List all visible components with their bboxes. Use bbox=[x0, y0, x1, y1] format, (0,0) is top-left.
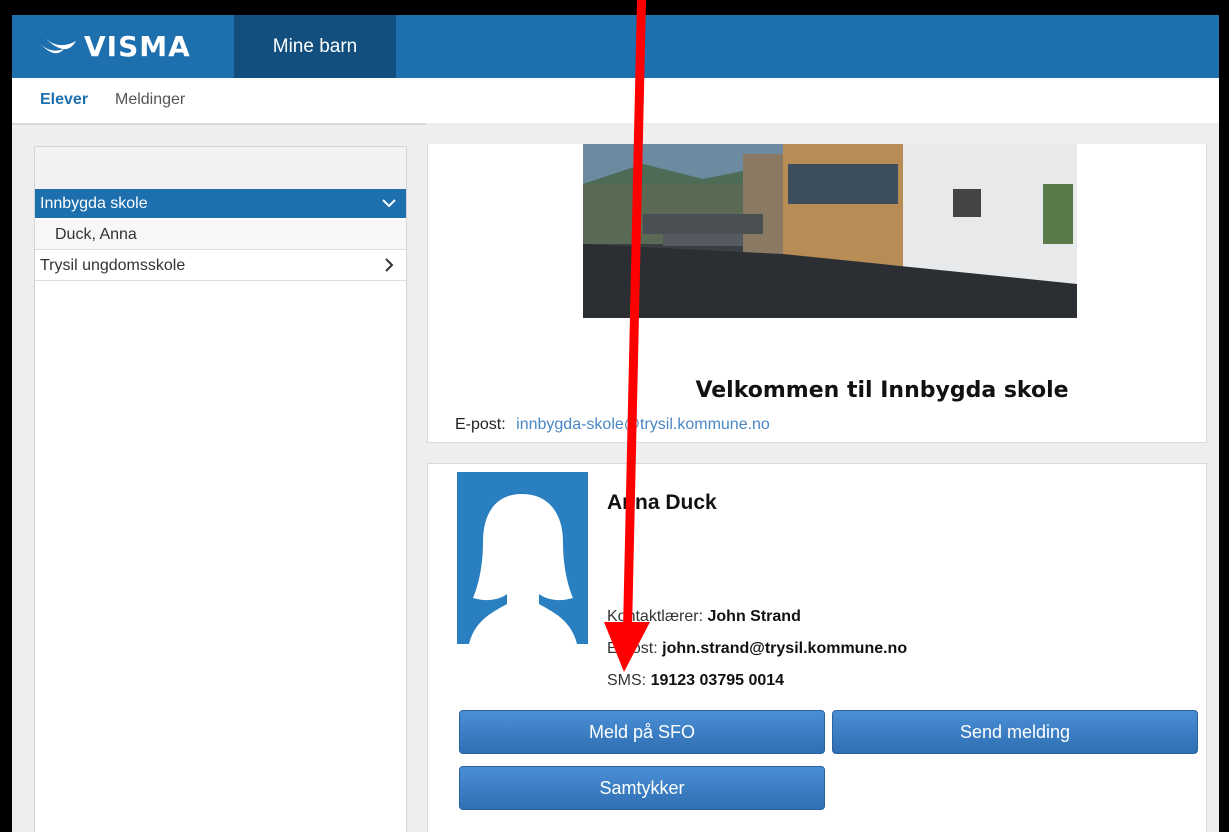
visma-logo[interactable]: VISMA bbox=[34, 29, 191, 63]
chevron-right-icon bbox=[385, 258, 394, 272]
teacher-email-value: john.strand@trysil.kommune.no bbox=[662, 640, 908, 657]
student-card: Anna Duck Kontaktlærer: John Strand E-po… bbox=[427, 463, 1207, 832]
app-window: VISMA Mine barn Elever Meldinger Innbygd… bbox=[12, 15, 1219, 832]
subnav-elever[interactable]: Elever bbox=[40, 91, 88, 109]
welcome-heading: Velkommen til Innbygda skole bbox=[695, 378, 1069, 403]
sms-line: SMS: 19123 03795 0014 bbox=[607, 672, 784, 690]
sidebar-item-label: Innbygda skole bbox=[40, 194, 148, 212]
main-content: Velkommen til Innbygda skole E-post: inn… bbox=[426, 123, 1219, 832]
school-photo bbox=[583, 144, 1077, 318]
visma-swoosh-icon bbox=[36, 37, 76, 54]
sidebar-item-trysil-ungdomsskole[interactable]: Trysil ungdomsskole bbox=[35, 251, 406, 281]
sms-value: 19123 03795 0014 bbox=[650, 672, 785, 689]
student-avatar bbox=[457, 472, 588, 644]
chevron-down-icon bbox=[382, 199, 396, 208]
school-sidebar: Innbygda skole Duck, Anna Trysil ungdoms… bbox=[34, 146, 407, 832]
sidebar-header bbox=[35, 147, 406, 190]
sidebar-item-label: Trysil ungdomsskole bbox=[40, 256, 186, 274]
teacher-email-line: E-post: john.strand@trysil.kommune.no bbox=[607, 640, 907, 658]
person-silhouette-icon bbox=[469, 494, 577, 644]
meld-pa-sfo-button[interactable]: Meld på SFO bbox=[459, 710, 825, 754]
school-email-label: E-post: bbox=[455, 416, 506, 433]
sub-navigation: Elever Meldinger bbox=[12, 78, 1219, 125]
top-navigation-bar: VISMA Mine barn bbox=[12, 15, 1219, 78]
school-email-line: E-post: innbygda-skole@trysil.kommune.no bbox=[455, 416, 770, 434]
sidebar-item-duck-anna[interactable]: Duck, Anna bbox=[35, 220, 406, 250]
logo-text: VISMA bbox=[84, 29, 191, 63]
student-name: Anna Duck bbox=[607, 491, 717, 514]
teacher-email-label: E-post: bbox=[607, 640, 658, 657]
sidebar-item-label: Duck, Anna bbox=[55, 225, 137, 243]
tab-mine-barn[interactable]: Mine barn bbox=[234, 15, 396, 78]
contact-teacher-label: Kontaktlærer: bbox=[607, 608, 704, 625]
send-message-button[interactable]: Send melding bbox=[832, 710, 1198, 754]
subnav-meldinger[interactable]: Meldinger bbox=[115, 91, 185, 109]
contact-teacher-value: John Strand bbox=[707, 608, 801, 625]
sms-label: SMS: bbox=[607, 672, 647, 689]
consent-button[interactable]: Samtykker bbox=[459, 766, 825, 810]
contact-teacher-line: Kontaktlærer: John Strand bbox=[607, 608, 801, 626]
school-card: Velkommen til Innbygda skole E-post: inn… bbox=[427, 144, 1207, 443]
school-email-link[interactable]: innbygda-skole@trysil.kommune.no bbox=[516, 416, 770, 433]
sidebar-item-innbygda-skole[interactable]: Innbygda skole bbox=[35, 189, 406, 219]
